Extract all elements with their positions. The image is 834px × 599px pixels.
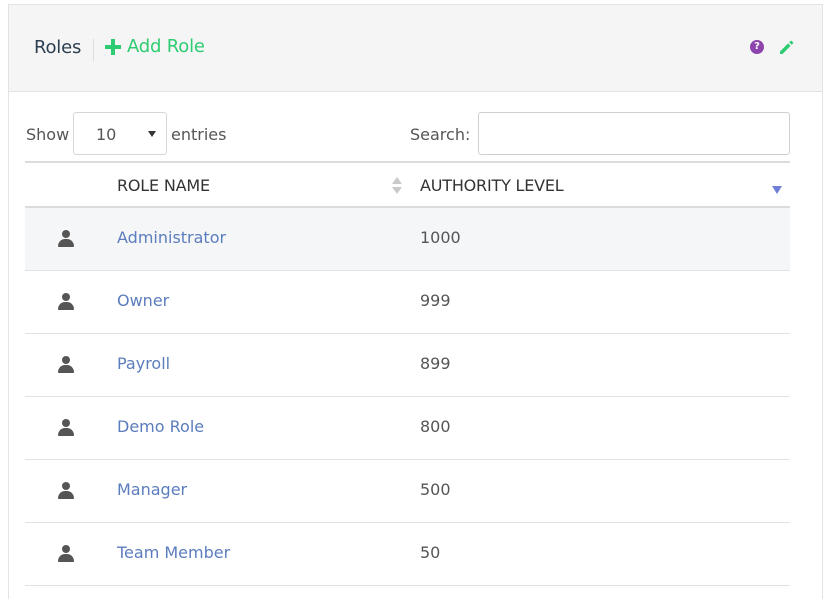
title-divider [93,39,94,61]
authority-level: 999 [420,291,451,310]
user-icon [58,356,74,374]
sort-desc-icon[interactable] [772,186,782,194]
table-row: Demo Role 800 [25,397,790,460]
user-icon [58,482,74,500]
role-name-link[interactable]: Demo Role [117,417,204,436]
user-icon [58,419,74,437]
authority-level: 50 [420,543,441,562]
table-row: Administrator 1000 [25,208,790,271]
add-role-label: Add Role [127,36,205,57]
user-icon [58,230,74,248]
roles-table: ROLE NAME AUTHORITY LEVEL Administrator … [25,161,790,586]
table-header: ROLE NAME AUTHORITY LEVEL [25,161,790,208]
column-header-authority-level[interactable]: AUTHORITY LEVEL [420,176,564,195]
role-name-link[interactable]: Payroll [117,354,170,373]
page-length-select[interactable]: 10 [73,112,167,155]
authority-level: 800 [420,417,451,436]
column-header-role-name[interactable]: ROLE NAME [117,176,210,195]
table-row: Owner 999 [25,271,790,334]
sort-both-icon[interactable] [392,177,402,195]
search-label: Search: [410,125,471,144]
authority-level: 1000 [420,228,461,247]
authority-level: 899 [420,354,451,373]
role-name-link[interactable]: Team Member [117,543,230,562]
table-row: Payroll 899 [25,334,790,397]
role-name-link[interactable]: Owner [117,291,169,310]
entries-label: entries [171,125,227,144]
user-icon [58,545,74,563]
user-icon [58,293,74,311]
role-name-link[interactable]: Administrator [117,228,226,247]
pencil-icon[interactable] [777,38,795,56]
add-role-button[interactable]: Add Role [105,36,205,57]
search-input[interactable] [478,112,790,155]
table-row: Manager 500 [25,460,790,523]
panel-header: Roles Add Role ? [9,5,822,92]
role-name-link[interactable]: Manager [117,480,187,499]
show-label: Show [26,125,70,144]
caret-down-icon [148,131,156,137]
table-row: Team Member 50 [25,523,790,586]
help-icon[interactable]: ? [750,40,764,54]
page-length-value: 10 [96,125,117,144]
plus-icon [105,38,121,55]
page-title: Roles [34,37,82,58]
authority-level: 500 [420,480,451,499]
